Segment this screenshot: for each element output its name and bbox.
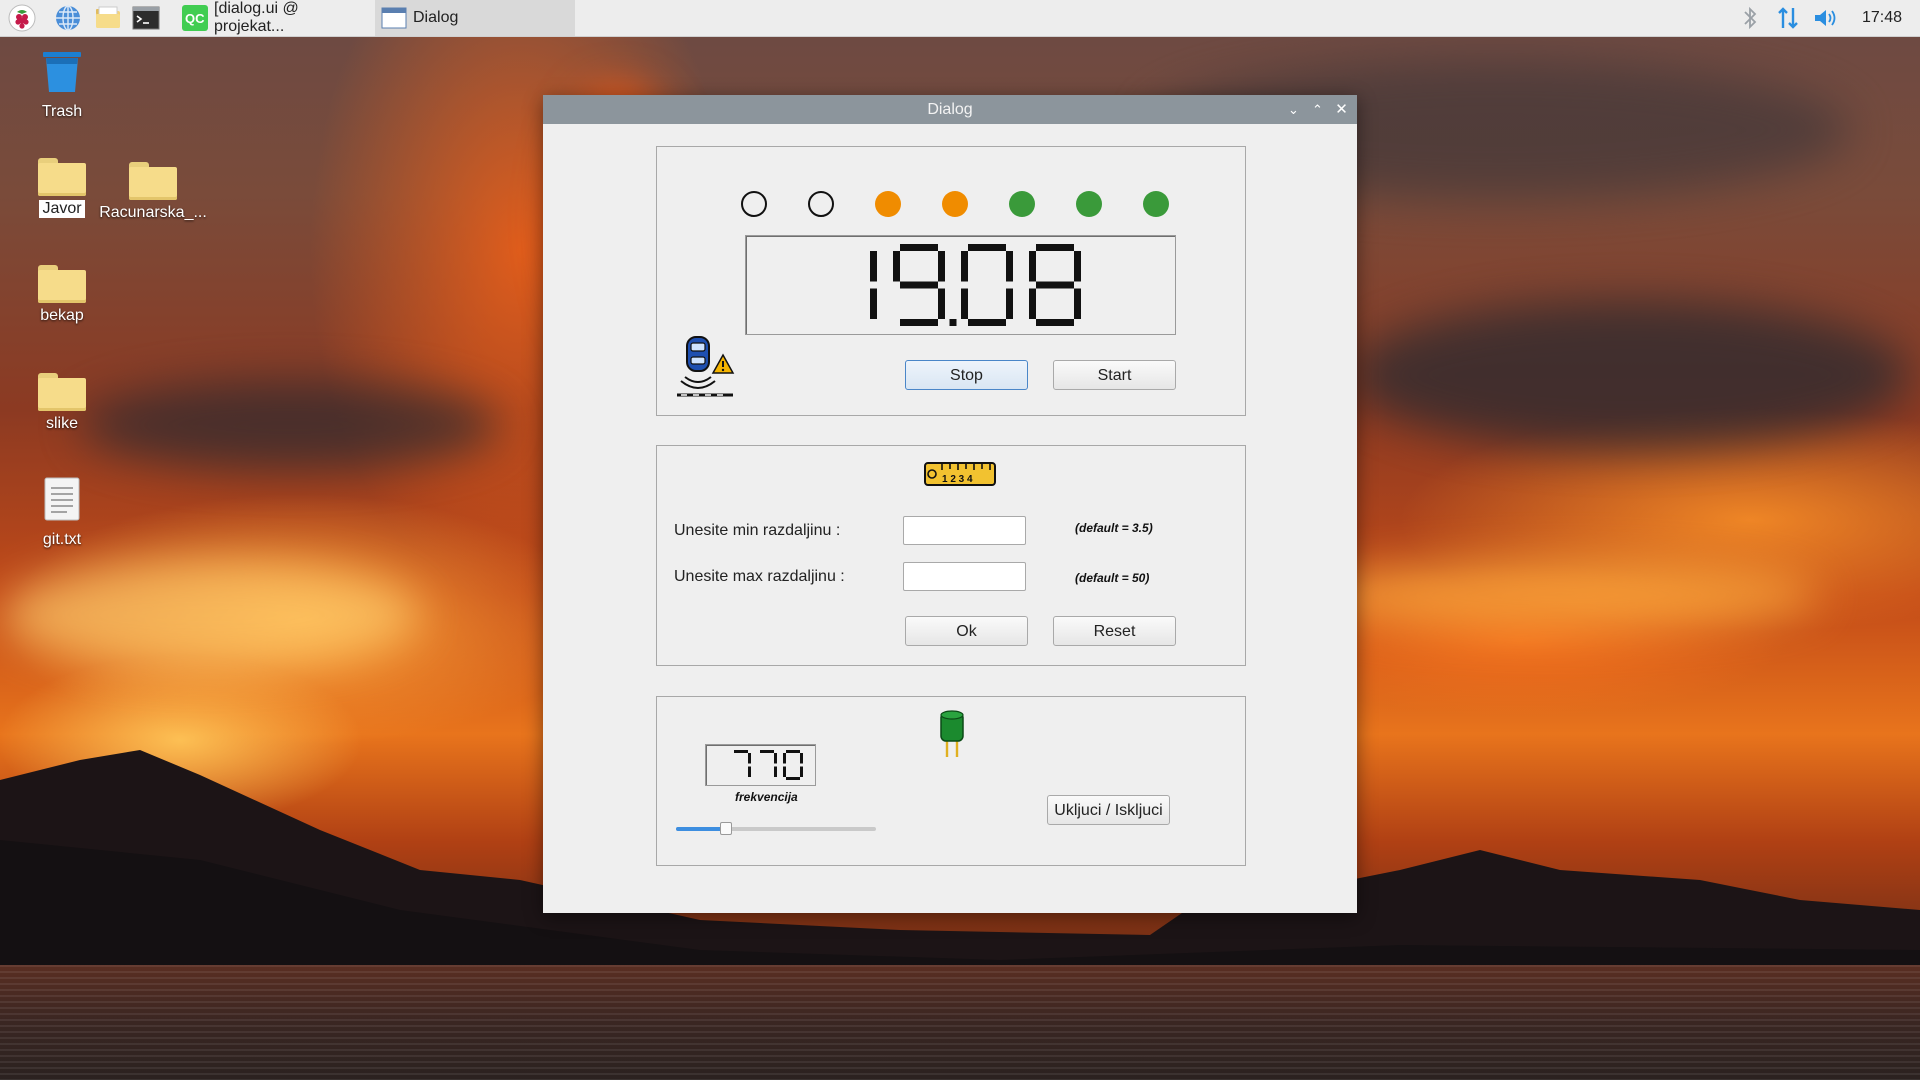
min-default-note: (default = 3.5) <box>1075 521 1153 535</box>
dialog-window: Dialog ⌄ ⌃ ✕ Stop Start 1 2 3 4 Unesite … <box>543 95 1357 913</box>
svg-text:QC: QC <box>185 11 205 26</box>
folder-icon <box>129 162 177 200</box>
window-titlebar[interactable]: Dialog ⌄ ⌃ ✕ <box>543 95 1357 124</box>
taskbar-task-label: [dialog.ui @ projekat... <box>214 0 299 35</box>
taskbar: QC [dialog.ui @ projekat... Dialog 17:48 <box>0 0 1920 37</box>
max-distance-label: Unesite max razdaljinu : <box>674 568 845 585</box>
desktop-icon-label: git.txt <box>42 531 82 548</box>
lcd-digit <box>961 244 1013 326</box>
cloud <box>1300 560 1820 630</box>
slider-handle[interactable] <box>720 822 732 835</box>
buzzer-component-icon <box>940 710 964 757</box>
car-sensor-warning-icon <box>677 336 735 397</box>
taskbar-task-label: Dialog <box>413 9 459 26</box>
toggle-buzzer-button[interactable]: Ukljuci / Iskljuci <box>1047 795 1170 825</box>
desktop-icon-label: slike <box>45 415 78 432</box>
distance-settings-group: 1 2 3 4 Unesite min razdaljinu : (defaul… <box>656 445 1246 666</box>
lcd-digit <box>870 251 877 319</box>
minimize-icon[interactable]: ⌄ <box>1286 102 1301 117</box>
led-indicator <box>741 191 767 217</box>
folder-icon <box>38 265 86 303</box>
ok-button[interactable]: Ok <box>905 616 1028 646</box>
browser-globe-icon[interactable] <box>54 4 82 32</box>
distance-lcd-display <box>745 235 1176 335</box>
raspberry-menu-icon[interactable] <box>8 4 36 32</box>
sensor-group: Stop Start <box>656 146 1246 416</box>
led-indicator <box>875 191 901 217</box>
buzzer-group: frekvencija Ukljuci / Iskljuci <box>656 696 1246 866</box>
cloud <box>1350 300 1910 450</box>
folder-icon <box>38 373 86 411</box>
desktop-icon-git-txt[interactable]: git.txt <box>7 476 117 549</box>
folder-icon <box>38 158 86 196</box>
led-indicator <box>942 191 968 217</box>
frequency-lcd-display <box>705 744 816 786</box>
desktop-icon-label: Racunarska_... <box>99 204 207 221</box>
min-distance-input[interactable] <box>903 516 1026 545</box>
min-distance-label: Unesite min razdaljinu : <box>674 522 841 539</box>
desktop-icon-label: Trash <box>41 103 83 120</box>
max-distance-input[interactable] <box>903 562 1026 591</box>
maximize-icon[interactable]: ⌃ <box>1310 102 1325 117</box>
frequency-label: frekvencija <box>735 790 798 804</box>
desktop-icon-slike[interactable]: slike <box>7 373 117 433</box>
lcd-digit <box>734 750 751 777</box>
lcd-decimal-point <box>949 319 957 326</box>
svg-text:1 2 3 4: 1 2 3 4 <box>942 474 973 485</box>
bluetooth-icon[interactable] <box>1736 4 1764 32</box>
desktop-icon-trash[interactable]: Trash <box>7 50 117 121</box>
cloud <box>80 380 500 470</box>
reset-button[interactable]: Reset <box>1053 616 1176 646</box>
desktop-icon-label: bekap <box>40 307 84 324</box>
lcd-digit <box>893 244 945 326</box>
taskbar-task-dialog[interactable]: Dialog <box>375 0 575 36</box>
desktop-icon-bekap[interactable]: bekap <box>7 265 117 325</box>
close-icon[interactable]: ✕ <box>1334 102 1349 117</box>
file-manager-icon[interactable] <box>94 4 122 32</box>
sea <box>0 965 1920 1080</box>
led-indicator <box>1143 191 1169 217</box>
terminal-icon[interactable] <box>132 4 160 32</box>
lcd-digit <box>760 750 777 777</box>
led-indicator <box>808 191 834 217</box>
tape-measure-icon: 1 2 3 4 <box>924 462 996 486</box>
slider-fill <box>676 827 726 831</box>
text-file-icon <box>44 477 80 521</box>
qt-creator-icon: QC <box>182 5 208 31</box>
desktop-icon-racunarska[interactable]: Racunarska_... <box>98 162 208 222</box>
trash-icon <box>43 52 81 92</box>
frequency-slider[interactable] <box>676 821 876 837</box>
desktop-icon-label: Javor <box>39 200 85 218</box>
volume-icon[interactable] <box>1812 4 1840 32</box>
lcd-digit <box>1029 244 1081 326</box>
network-transfer-icon[interactable] <box>1774 4 1802 32</box>
lcd-digit <box>783 750 803 780</box>
stop-button[interactable]: Stop <box>905 360 1028 390</box>
clock: 17:48 <box>1861 9 1902 26</box>
led-indicator <box>1076 191 1102 217</box>
cloud <box>0 560 420 670</box>
taskbar-task-qtcreator[interactable]: QC [dialog.ui @ projekat... <box>176 0 372 36</box>
led-indicator <box>1009 191 1035 217</box>
start-button[interactable]: Start <box>1053 360 1176 390</box>
max-default-note: (default = 50) <box>1075 571 1150 585</box>
window-icon <box>381 7 407 29</box>
window-title: Dialog <box>927 101 973 118</box>
